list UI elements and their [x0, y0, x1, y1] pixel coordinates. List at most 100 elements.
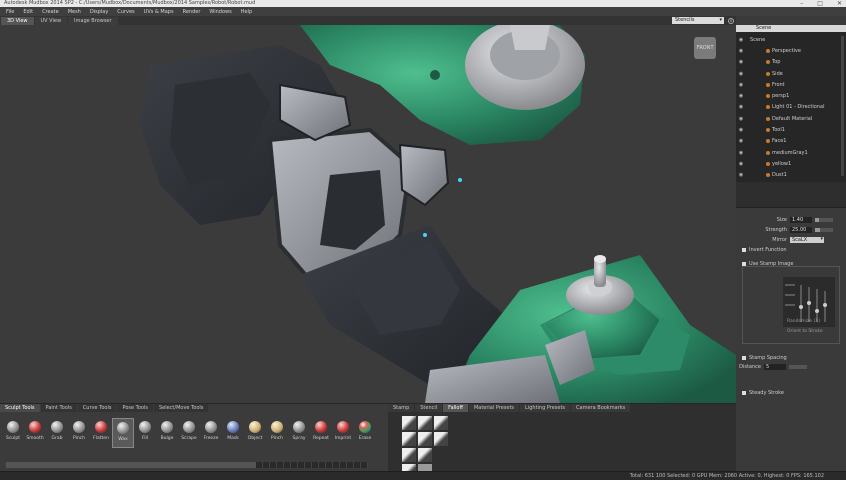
tool-fill[interactable]: Fill — [134, 418, 156, 448]
outliner-scrollbar[interactable] — [841, 36, 844, 176]
tab-camera-bookmarks[interactable]: Camera Bookmarks — [571, 404, 631, 412]
list-item[interactable]: ◉ Front — [736, 79, 846, 90]
eye-icon[interactable]: ◉ — [736, 104, 746, 110]
distance-field[interactable]: 5 — [764, 363, 786, 370]
menu-curves[interactable]: Curves — [117, 9, 134, 15]
falloff-preset[interactable] — [402, 432, 416, 446]
distance-slider[interactable] — [789, 364, 807, 369]
view-cube[interactable]: FRONT — [694, 37, 716, 59]
list-item[interactable]: ◉ persp1 — [736, 90, 846, 101]
stamp-spacing-checkbox[interactable] — [742, 355, 746, 360]
list-item[interactable]: ◉ Face1 — [736, 136, 846, 147]
list-item[interactable]: ◉ yellow1 — [736, 158, 846, 169]
tab-pose-tools[interactable]: Pose Tools — [117, 404, 153, 412]
steady-checkbox[interactable] — [742, 390, 746, 395]
list-item[interactable]: ◉ Light 01 - Directional — [736, 102, 846, 113]
menu-file[interactable]: File — [6, 9, 14, 15]
tab-material-presets[interactable]: Material Presets — [468, 404, 520, 412]
camera-dropdown[interactable]: Stencils — [672, 17, 724, 24]
falloff-preset[interactable] — [402, 448, 416, 462]
menu-windows[interactable]: Windows — [209, 9, 231, 15]
tool-flatten[interactable]: Flatten — [90, 418, 112, 448]
tab-stencil[interactable]: Stencil — [415, 404, 443, 412]
tool-spray[interactable]: Spray — [288, 418, 310, 448]
invert-checkbox[interactable] — [742, 247, 746, 252]
tool-wax[interactable]: Wax — [112, 418, 134, 448]
eye-icon[interactable]: ◉ — [736, 71, 746, 77]
tab-stamp[interactable]: Stamp — [388, 404, 415, 412]
menu-mesh[interactable]: Mesh — [68, 9, 81, 15]
tool-imprint[interactable]: Imprint — [332, 418, 354, 448]
tool-scrape[interactable]: Scrape — [178, 418, 200, 448]
minimize-icon[interactable]: – — [800, 0, 803, 7]
eye-icon[interactable]: ◉ — [736, 82, 746, 88]
falloff-preset[interactable] — [418, 448, 432, 462]
mirror-select[interactable]: ScaLX — [790, 236, 824, 243]
size-slider[interactable] — [815, 217, 833, 222]
tab-uv-view[interactable]: UV View — [34, 17, 68, 25]
tool-sculpt[interactable]: Sculpt — [2, 418, 24, 448]
list-item[interactable]: ◉ Top — [736, 57, 846, 68]
tool-freeze[interactable]: Freeze — [200, 418, 222, 448]
falloff-preset[interactable] — [418, 432, 432, 446]
viewport-options-icon[interactable]: × — [728, 17, 734, 24]
falloff-curve-box[interactable]: Randomize (X) Orient to Stroke — [742, 266, 840, 344]
tab-sculpt-tools[interactable]: Sculpt Tools — [0, 404, 40, 412]
strength-field[interactable]: 25.00 — [790, 226, 812, 233]
eye-icon[interactable]: ◉ — [736, 161, 746, 167]
menu-display[interactable]: Display — [90, 9, 108, 15]
strength-slider[interactable] — [815, 227, 833, 232]
list-item[interactable]: ◉ Default Material — [736, 113, 846, 124]
tool-pinch[interactable]: Pinch — [266, 418, 288, 448]
stamp-option-randomize[interactable]: Randomize (X) — [787, 319, 820, 324]
falloff-preset[interactable] — [434, 416, 448, 430]
tool-object[interactable]: Object — [244, 418, 266, 448]
list-item[interactable]: ◉ Perspective — [736, 45, 846, 56]
tab-image-browser[interactable]: Image Browser — [68, 17, 118, 25]
tab-falloff[interactable]: Falloff — [443, 404, 468, 412]
tab-3d-view[interactable]: 3D View — [1, 17, 34, 25]
falloff-preset[interactable] — [434, 432, 448, 446]
eye-icon[interactable]: ◉ — [736, 59, 746, 65]
list-item[interactable]: ◉ mediumGray1 — [736, 147, 846, 158]
tool-pinch[interactable]: Pinch — [68, 418, 90, 448]
tool-bulge[interactable]: Bulge — [156, 418, 178, 448]
eye-icon[interactable]: ◉ — [736, 93, 746, 99]
list-item[interactable]: ◉ Tool1 — [736, 124, 846, 135]
tool-grab[interactable]: Grab — [46, 418, 68, 448]
menu-help[interactable]: Help — [241, 9, 252, 15]
stamp-checkbox[interactable] — [742, 261, 746, 266]
tool-erase[interactable]: Erase — [354, 418, 376, 448]
falloff-preset[interactable] — [402, 416, 416, 430]
eye-icon[interactable]: ◉ — [736, 48, 746, 54]
shelf-scrollbar[interactable] — [6, 462, 256, 468]
outliner-list[interactable]: ◉ Scene ◉ Perspective ◉ Top ◉ Side ◉ Front ◉ p… — [736, 32, 846, 182]
size-field[interactable]: 1.40 — [790, 216, 812, 223]
eye-icon[interactable]: ◉ — [736, 37, 746, 43]
tool-repeat[interactable]: Repeat — [310, 418, 332, 448]
menu-edit[interactable]: Edit — [23, 9, 33, 15]
eye-icon[interactable]: ◉ — [736, 172, 746, 178]
list-item[interactable]: ◉ Scene — [736, 34, 846, 45]
menu-create[interactable]: Create — [42, 9, 59, 15]
tab-lighting-presets[interactable]: Lighting Presets — [520, 404, 571, 412]
maximize-icon[interactable]: □ — [817, 0, 823, 7]
eye-icon[interactable]: ◉ — [736, 127, 746, 133]
tab-select-move-tools[interactable]: Select/Move Tools — [153, 404, 209, 412]
3d-viewport[interactable]: FRONT — [0, 25, 736, 403]
tool-mask[interactable]: Mask — [222, 418, 244, 448]
menu-render[interactable]: Render — [183, 9, 201, 15]
eye-icon[interactable]: ◉ — [736, 116, 746, 122]
stamp-option-orient[interactable]: Orient to Stroke — [787, 329, 823, 334]
tool-smooth[interactable]: Smooth — [24, 418, 46, 448]
falloff-preset[interactable] — [418, 416, 432, 430]
shelf-scroll-track[interactable] — [256, 462, 368, 468]
tab-paint-tools[interactable]: Paint Tools — [40, 404, 77, 412]
tab-curve-tools[interactable]: Curve Tools — [77, 404, 117, 412]
list-item[interactable]: ◉ Dust1 — [736, 170, 846, 181]
list-item[interactable]: ◉ Side — [736, 68, 846, 79]
close-icon[interactable]: ✕ — [837, 0, 842, 7]
eye-icon[interactable]: ◉ — [736, 138, 746, 144]
eye-icon[interactable]: ◉ — [736, 150, 746, 156]
menu-uvs-maps[interactable]: UVs & Maps — [144, 9, 174, 15]
